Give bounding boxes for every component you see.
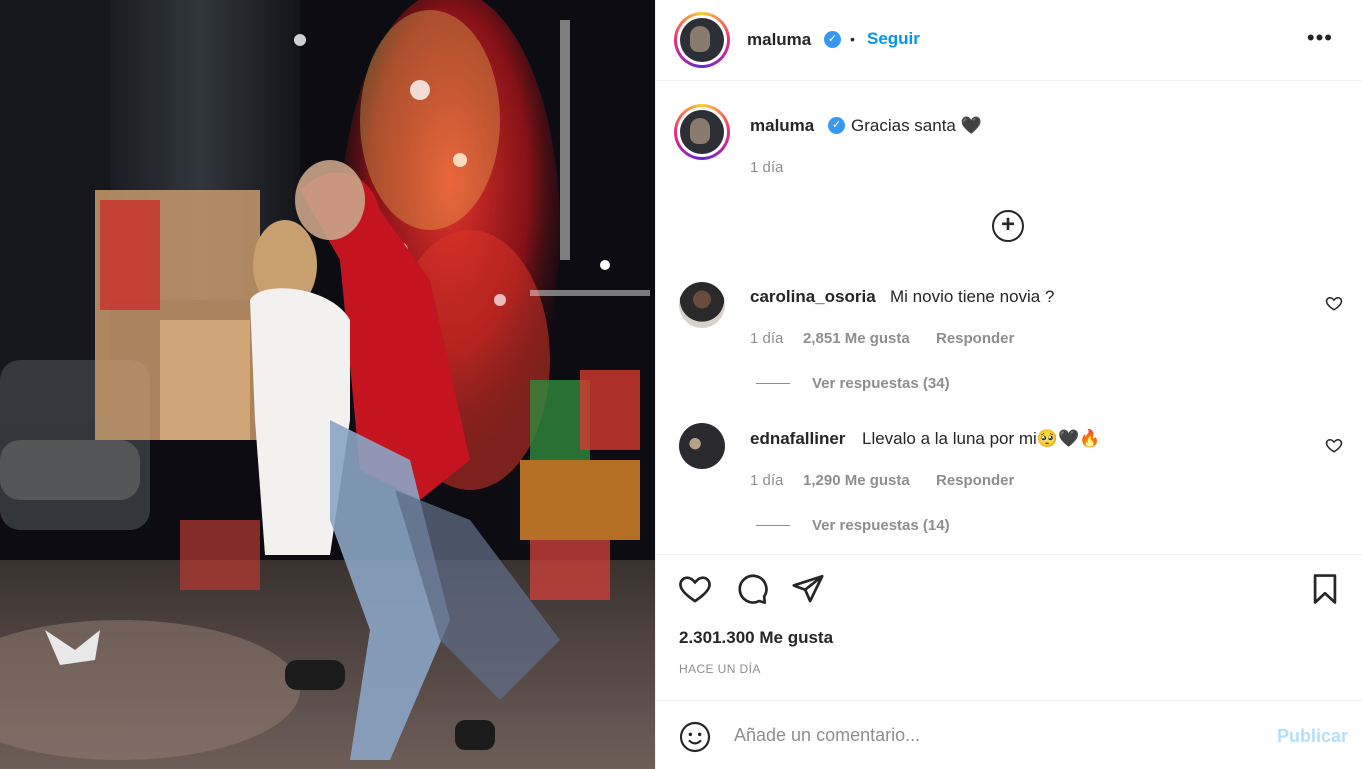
comment-timestamp[interactable]: 1 día xyxy=(750,330,783,347)
caption-verified-badge-icon: ✓ xyxy=(828,117,845,134)
view-replies-button[interactable]: Ver respuestas (34) xyxy=(812,375,950,392)
comment-username[interactable]: carolina_osoria xyxy=(750,287,876,307)
reply-button[interactable]: Responder xyxy=(936,472,1014,489)
replies-divider xyxy=(756,525,790,526)
more-options-icon[interactable]: ••• xyxy=(1307,25,1333,51)
follow-button[interactable]: Seguir xyxy=(867,29,920,49)
caption-text: Gracias santa 🖤 xyxy=(851,116,982,135)
comment-like-count[interactable]: 1,290 Me gusta xyxy=(803,472,910,489)
load-more-comments-icon[interactable]: + xyxy=(992,210,1024,242)
comment-bubble-icon[interactable] xyxy=(735,572,769,606)
actions-divider xyxy=(656,554,1362,555)
view-replies-button[interactable]: Ver respuestas (14) xyxy=(812,517,950,534)
post-timestamp[interactable]: HACE UN DÍA xyxy=(679,662,761,676)
like-heart-icon[interactable] xyxy=(678,572,712,606)
comment-text: Llevalo a la luna por mi🥺🖤🔥 xyxy=(862,429,1101,448)
comment-like-heart-icon[interactable] xyxy=(1325,436,1343,454)
caption-timestamp[interactable]: 1 día xyxy=(750,159,783,176)
comment-composer: Añade un comentario... Publicar xyxy=(656,700,1362,769)
share-paper-plane-icon[interactable] xyxy=(791,572,825,606)
comment-like-heart-icon[interactable] xyxy=(1325,294,1343,312)
save-bookmark-icon[interactable] xyxy=(1308,572,1342,606)
replies-divider xyxy=(756,383,790,384)
caption-username[interactable]: maluma xyxy=(750,116,814,136)
likes-count[interactable]: 2.301.300 Me gusta xyxy=(679,628,833,648)
comment-like-count[interactable]: 2,851 Me gusta xyxy=(803,330,910,347)
separator-dot: • xyxy=(850,31,855,47)
comment-username[interactable]: ednafalliner xyxy=(750,429,845,449)
comment-input[interactable]: Añade un comentario... xyxy=(734,725,920,746)
comment-timestamp[interactable]: 1 día xyxy=(750,472,783,489)
photo-scene xyxy=(0,0,655,769)
reply-button[interactable]: Responder xyxy=(936,330,1014,347)
verified-badge-icon: ✓ xyxy=(824,31,841,48)
publish-button[interactable]: Publicar xyxy=(1277,726,1348,747)
post-photo[interactable] xyxy=(0,0,655,769)
post-header: maluma ✓ • Seguir ••• xyxy=(656,0,1362,81)
author-username[interactable]: maluma xyxy=(747,30,811,50)
author-avatar[interactable] xyxy=(674,12,730,68)
comment-avatar[interactable] xyxy=(679,423,725,469)
comment-text: Mi novio tiene novia ? xyxy=(890,287,1055,306)
comment-avatar[interactable] xyxy=(679,282,725,328)
caption-author-avatar[interactable] xyxy=(674,104,730,160)
post-details-panel: maluma ✓ • Seguir ••• maluma ✓ Gracias s… xyxy=(655,0,1362,769)
emoji-picker-icon[interactable] xyxy=(679,721,711,753)
